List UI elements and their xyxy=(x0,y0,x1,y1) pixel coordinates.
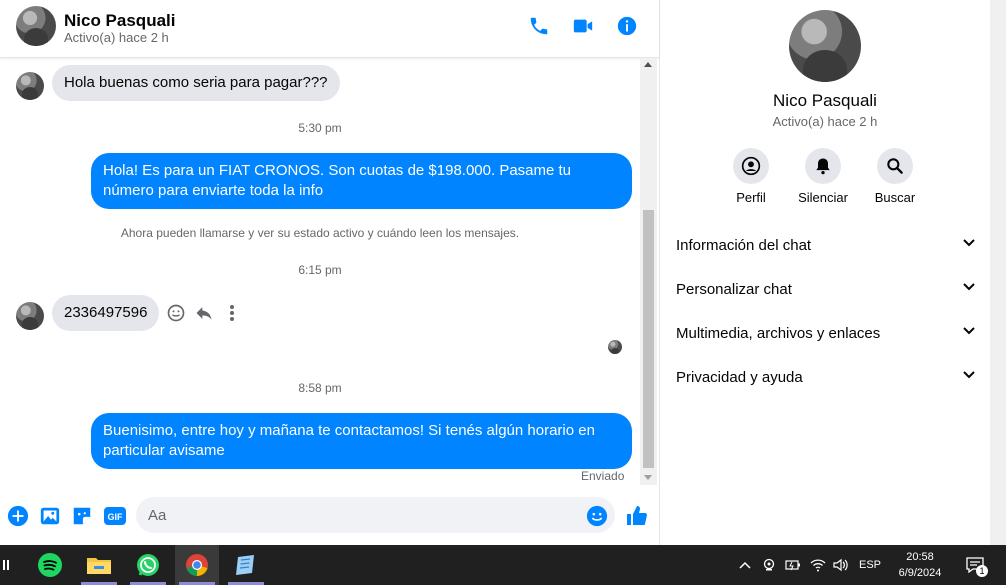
video-icon[interactable] xyxy=(571,14,595,38)
section-media-files[interactable]: Multimedia, archivos y enlaces xyxy=(676,317,976,349)
notification-count-badge: 1 xyxy=(976,565,988,577)
task-view-icon[interactable] xyxy=(0,545,12,585)
emoji-icon[interactable] xyxy=(586,505,608,527)
timestamp: 8:58 pm xyxy=(298,381,342,395)
chevron-down-icon xyxy=(962,368,976,387)
chevron-up-icon[interactable] xyxy=(736,545,754,585)
webcam-icon[interactable] xyxy=(760,545,778,585)
section-label: Personalizar chat xyxy=(676,280,792,298)
chevron-down-icon xyxy=(962,324,976,343)
like-icon[interactable] xyxy=(625,505,649,527)
search-label: Buscar xyxy=(874,190,916,205)
contact-status: Activo(a) hace 2 h xyxy=(64,30,169,45)
svg-text:GIF: GIF xyxy=(108,512,124,522)
spotify-icon[interactable] xyxy=(28,545,72,585)
sent-status: Enviado xyxy=(581,469,625,483)
search-button[interactable]: Buscar xyxy=(860,148,930,205)
profile-label: Perfil xyxy=(736,190,766,205)
reply-icon[interactable] xyxy=(194,303,214,323)
section-customize-chat[interactable]: Personalizar chat xyxy=(676,273,976,305)
clock-date: 6/9/2024 xyxy=(898,567,942,579)
notes-app-icon[interactable] xyxy=(224,545,268,585)
battery-icon[interactable] xyxy=(784,545,802,585)
scroll-down-arrow-icon[interactable] xyxy=(644,475,652,480)
notification-center-icon[interactable]: 1 xyxy=(960,545,990,585)
timestamp: 6:15 pm xyxy=(298,263,342,277)
conversation-info-panel: Nico Pasquali Activo(a) hace 2 h Perfil … xyxy=(660,0,990,545)
panel-contact-status: Activo(a) hace 2 h xyxy=(772,114,878,129)
section-label: Multimedia, archivos y enlaces xyxy=(676,324,881,342)
contact-name[interactable]: Nico Pasquali xyxy=(64,11,175,31)
wifi-icon[interactable] xyxy=(808,545,828,585)
page-scrollbar[interactable] xyxy=(990,0,1006,545)
panel-avatar[interactable] xyxy=(789,10,861,82)
system-clock[interactable]: 20:58 6/9/2024 xyxy=(890,549,950,581)
panel-contact-name[interactable]: Nico Pasquali xyxy=(660,91,990,111)
clock-time: 20:58 xyxy=(906,551,934,563)
chevron-down-icon xyxy=(962,236,976,255)
outgoing-message[interactable]: Hola! Es para un FIAT CRONOS. Son cuotas… xyxy=(91,153,632,209)
language-indicator[interactable]: ESP xyxy=(855,545,885,585)
section-label: Privacidad y ayuda xyxy=(676,368,803,386)
react-icon[interactable] xyxy=(166,303,186,323)
message-input-box[interactable] xyxy=(136,497,615,533)
incoming-message[interactable]: Hola buenas como seria para pagar??? xyxy=(52,65,340,101)
gif-icon[interactable]: GIF xyxy=(103,505,127,527)
bell-icon xyxy=(805,148,841,184)
sticker-icon[interactable] xyxy=(71,505,93,527)
message-avatar[interactable] xyxy=(16,72,44,100)
volume-icon[interactable] xyxy=(830,545,850,585)
system-notice: Ahora pueden llamarse y ver su estado ac… xyxy=(120,226,520,240)
message-list[interactable]: Hola buenas como seria para pagar??? 5:3… xyxy=(0,59,640,485)
outgoing-message[interactable]: Buenisimo, entre hoy y mañana te contact… xyxy=(91,413,632,469)
scroll-up-arrow-icon[interactable] xyxy=(644,62,652,67)
phone-icon[interactable] xyxy=(527,14,551,38)
message-input[interactable] xyxy=(148,505,578,525)
section-privacy-help[interactable]: Privacidad y ayuda xyxy=(676,361,976,393)
section-label: Información del chat xyxy=(676,236,812,254)
chat-header: Nico Pasquali Activo(a) hace 2 h xyxy=(0,0,659,58)
contact-avatar[interactable] xyxy=(16,6,56,46)
incoming-message[interactable]: 2336497596 xyxy=(52,295,160,331)
message-avatar[interactable] xyxy=(16,302,44,330)
chevron-down-icon xyxy=(962,280,976,299)
timestamp: 5:30 pm xyxy=(298,121,342,135)
messenger-window: Nico Pasquali Activo(a) hace 2 h Hola bu… xyxy=(0,0,1006,545)
info-icon[interactable] xyxy=(615,14,639,38)
scroll-thumb[interactable] xyxy=(643,210,654,468)
file-explorer-icon[interactable] xyxy=(77,545,121,585)
profile-button[interactable]: Perfil xyxy=(716,148,786,205)
section-chat-info[interactable]: Información del chat xyxy=(676,229,976,261)
whatsapp-icon[interactable] xyxy=(126,545,170,585)
search-icon xyxy=(877,148,913,184)
chat-column: Nico Pasquali Activo(a) hace 2 h Hola bu… xyxy=(0,0,660,545)
chrome-icon[interactable] xyxy=(175,545,219,585)
more-options-icon[interactable] xyxy=(224,303,240,323)
seen-avatar xyxy=(608,340,622,354)
profile-icon xyxy=(733,148,769,184)
mute-label: Silenciar xyxy=(798,190,848,205)
plus-icon[interactable] xyxy=(7,505,29,527)
gallery-icon[interactable] xyxy=(39,505,61,527)
windows-taskbar: ESP 20:58 6/9/2024 1 xyxy=(0,545,1006,585)
mute-button[interactable]: Silenciar xyxy=(788,148,858,205)
